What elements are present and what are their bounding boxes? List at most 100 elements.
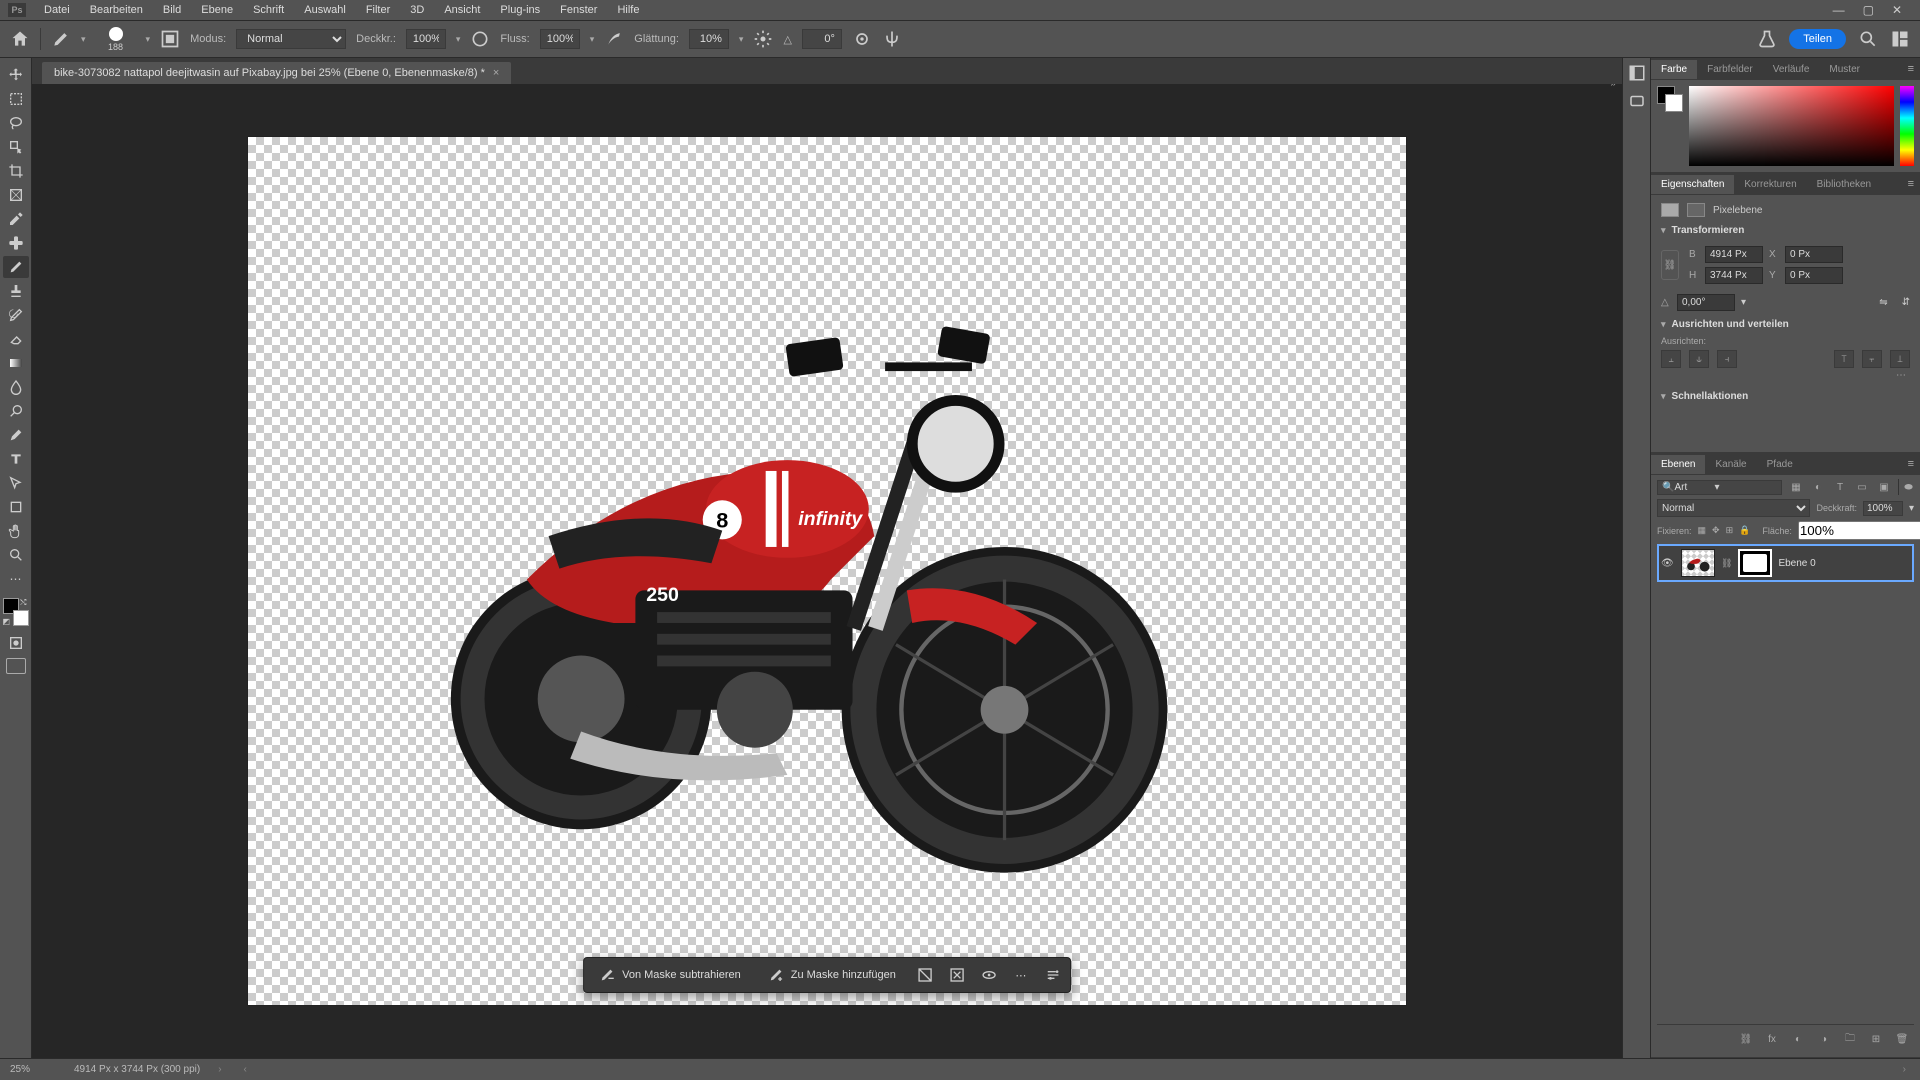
align-bottom-icon[interactable]: ⟘ <box>1890 350 1910 368</box>
layer-row[interactable]: 👁 ⛓ Ebene 0 <box>1657 544 1914 582</box>
workspace-icon[interactable] <box>1890 29 1910 49</box>
zoom-tool[interactable] <box>3 544 29 566</box>
menu-hilfe[interactable]: Hilfe <box>607 1 649 19</box>
heal-tool[interactable] <box>3 232 29 254</box>
selection-tool[interactable] <box>3 136 29 158</box>
align-left-icon[interactable]: ⫠ <box>1661 350 1681 368</box>
flow-input[interactable] <box>540 29 580 49</box>
delete-layer-icon[interactable]: 🗑 <box>1894 1031 1910 1047</box>
transform-section-toggle[interactable]: ▾Transformieren <box>1661 225 1910 236</box>
home-icon[interactable] <box>10 29 30 49</box>
brush-settings-icon[interactable] <box>160 29 180 49</box>
tab-bibliotheken[interactable]: Bibliotheken <box>1807 175 1881 194</box>
document-tab[interactable]: bike-3073082 nattapol deejitwasin auf Pi… <box>42 62 511 84</box>
screen-mode-icon[interactable] <box>6 658 26 674</box>
move-tool[interactable] <box>3 64 29 86</box>
layers-panel-menu-icon[interactable]: ≡ <box>1902 458 1920 470</box>
align-more-icon[interactable]: ⋯ <box>1661 368 1910 383</box>
color-bg-swatch[interactable] <box>1665 94 1683 112</box>
color-field[interactable] <box>1689 86 1894 166</box>
filter-toggle-icon[interactable]: ⬬ <box>1898 479 1914 495</box>
clear-mask-icon[interactable] <box>948 966 966 984</box>
mask-link-icon[interactable]: ⛓ <box>1721 558 1732 569</box>
canvas-viewport[interactable]: » 8 infinity <box>32 84 1622 1058</box>
align-top-icon[interactable]: ⟙ <box>1834 350 1854 368</box>
blend-mode-select[interactable]: Normal <box>236 29 346 49</box>
properties-panel-menu-icon[interactable]: ≡ <box>1902 178 1920 190</box>
menu-plugins[interactable]: Plug-ins <box>490 1 550 19</box>
stamp-tool[interactable] <box>3 280 29 302</box>
smoothing-input[interactable] <box>689 29 729 49</box>
scroll-right-icon[interactable]: › <box>1899 1064 1910 1075</box>
eyedropper-tool[interactable] <box>3 208 29 230</box>
background-swatch[interactable] <box>13 610 29 626</box>
brush-tool[interactable] <box>3 256 29 278</box>
flask-icon[interactable] <box>1757 29 1777 49</box>
status-chevron-icon[interactable]: › <box>214 1064 225 1075</box>
rotation-chevron-icon[interactable]: ▾ <box>1741 297 1746 308</box>
type-tool[interactable] <box>3 448 29 470</box>
blur-tool[interactable] <box>3 376 29 398</box>
tool-preset-chevron-icon[interactable]: ▾ <box>81 34 86 45</box>
brush-preview[interactable]: 188 <box>96 23 136 55</box>
opacity-input[interactable] <box>406 29 446 49</box>
close-window-icon[interactable]: ✕ <box>1892 3 1902 17</box>
layer-fill-input[interactable] <box>1798 521 1920 540</box>
collapse-panels-icon[interactable]: » <box>1610 84 1616 89</box>
brush-chevron-icon[interactable]: ▾ <box>146 34 151 45</box>
lock-pixels-icon[interactable]: ▦ <box>1698 524 1707 538</box>
mask-view-icon[interactable] <box>980 966 998 984</box>
layer-visibility-icon[interactable]: 👁 <box>1661 558 1675 569</box>
smoothing-chevron-icon[interactable]: ▾ <box>739 34 744 45</box>
layer-opacity-input[interactable] <box>1863 501 1903 516</box>
share-button[interactable]: Teilen <box>1789 29 1846 49</box>
tab-farbe[interactable]: Farbe <box>1651 60 1697 79</box>
layer-opacity-chevron-icon[interactable]: ▾ <box>1909 503 1914 514</box>
shape-tool[interactable] <box>3 496 29 518</box>
layer-filter-input[interactable] <box>1674 482 1714 493</box>
close-tab-icon[interactable]: × <box>493 67 499 79</box>
align-right-icon[interactable]: ⫞ <box>1717 350 1737 368</box>
path-tool[interactable] <box>3 472 29 494</box>
menu-3d[interactable]: 3D <box>400 1 434 19</box>
subtract-from-mask-button[interactable]: Von Maske subtrahieren <box>592 962 747 988</box>
invert-mask-icon[interactable] <box>916 966 934 984</box>
crop-tool[interactable] <box>3 160 29 182</box>
edit-toolbar-icon[interactable]: ⋯ <box>3 568 29 590</box>
align-hcenter-icon[interactable]: ⫝ <box>1689 350 1709 368</box>
tab-korrekturen[interactable]: Korrekturen <box>1734 175 1806 194</box>
panel-icon-2[interactable] <box>1628 92 1646 110</box>
hue-slider[interactable] <box>1900 86 1914 166</box>
link-dimensions-icon[interactable]: ⛓ <box>1661 250 1679 280</box>
pen-tool[interactable] <box>3 424 29 446</box>
height-input[interactable] <box>1705 267 1763 284</box>
layer-mask-thumbnail[interactable] <box>1738 549 1772 577</box>
tab-ebenen[interactable]: Ebenen <box>1651 455 1705 474</box>
tab-pfade[interactable]: Pfade <box>1757 455 1803 474</box>
layer-thumbnail[interactable] <box>1681 549 1715 577</box>
more-options-icon[interactable]: ⋯ <box>1012 966 1030 984</box>
scroll-left-icon[interactable]: ‹ <box>240 1064 251 1075</box>
color-swatches[interactable]: ⤭ ◩ <box>3 598 29 626</box>
color-panel-menu-icon[interactable]: ≡ <box>1902 63 1920 75</box>
symmetry-icon[interactable] <box>882 29 902 49</box>
opacity-chevron-icon[interactable]: ▾ <box>456 34 461 45</box>
zoom-level[interactable]: 25% <box>10 1064 60 1075</box>
eraser-tool[interactable] <box>3 328 29 350</box>
flip-horizontal-icon[interactable]: ⇋ <box>1879 297 1887 308</box>
lock-all-icon[interactable]: 🔒 <box>1739 524 1750 538</box>
settings-icon[interactable] <box>1044 966 1062 984</box>
tab-eigenschaften[interactable]: Eigenschaften <box>1651 175 1734 194</box>
layer-filter-type[interactable]: 🔍 ▾ <box>1657 480 1782 495</box>
layer-name[interactable]: Ebene 0 <box>1778 558 1815 569</box>
filter-adjust-icon[interactable]: ◐ <box>1810 479 1826 495</box>
panel-icon-1[interactable] <box>1628 64 1646 82</box>
filter-shape-icon[interactable]: ▭ <box>1854 479 1870 495</box>
new-layer-icon[interactable]: ⊞ <box>1868 1031 1884 1047</box>
align-vcenter-icon[interactable]: ⫟ <box>1862 350 1882 368</box>
lock-artboard-icon[interactable]: ⊞ <box>1726 524 1734 538</box>
dodge-tool[interactable] <box>3 400 29 422</box>
layer-blend-mode-select[interactable]: Normal <box>1657 499 1810 517</box>
filter-pixel-icon[interactable]: ▦ <box>1788 479 1804 495</box>
menu-bild[interactable]: Bild <box>153 1 191 19</box>
